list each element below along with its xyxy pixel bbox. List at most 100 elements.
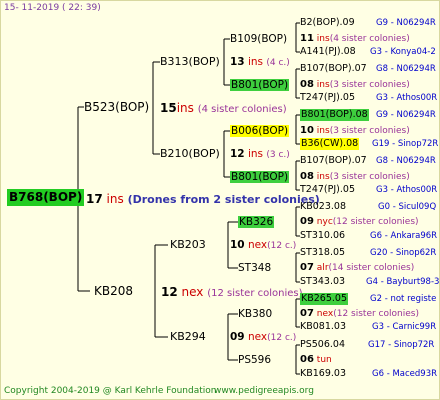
g2-b-inbreeding: 12 ins (3 c.): [230, 148, 290, 161]
g4-queen[interactable]: KB265.05: [300, 293, 348, 305]
g3-inbreeding: 06 tun: [300, 354, 332, 366]
g4-ref: G8 - N06294R: [376, 156, 436, 166]
g4-queen[interactable]: ST310.06: [300, 230, 345, 242]
g4-ref: G0 - Sicul09Q: [378, 202, 437, 212]
g3-ins-unit: tun: [316, 355, 332, 365]
g3-ins-unit: ins: [316, 172, 330, 182]
g3-queen[interactable]: B801(BOP): [230, 171, 290, 183]
root-drones-note: (Drones from 2 sister colonies): [127, 193, 320, 206]
g3-queen[interactable]: B801(BOP): [230, 79, 290, 91]
g4-ref: G3 - Athos00R: [376, 185, 438, 195]
g4-queen[interactable]: B801(BOP).08: [300, 109, 369, 121]
g3-ins-unit: nyc: [316, 217, 333, 227]
g1-bottom-inbreeding: 12 nex (12 sister colonies): [161, 285, 303, 301]
g3-note: (3 sister colonies): [329, 126, 410, 136]
pedigree-diagram: 15- 11-2019 ( 22: 39) B768(BOP) 17 ins (…: [0, 0, 440, 400]
g2-b-ins-unit: ins: [247, 148, 264, 160]
generated-date: 15- 11-2019 ( 22: 39): [4, 3, 101, 13]
g4-queen[interactable]: B107(BOP).07: [300, 155, 367, 167]
g4-ref: G6 - Ankara96R: [370, 231, 438, 241]
g3-ins-unit: ins: [316, 34, 330, 44]
g1-top-ins-value: 15: [160, 101, 177, 115]
copyright-text: Copyright 2004-2019 @ Karl Kehrle Founda…: [4, 386, 217, 396]
g3-note: (3 sister colonies): [329, 172, 410, 182]
g4-queen[interactable]: T247(PJ).05: [300, 92, 355, 104]
root-queen[interactable]: B768(BOP): [7, 189, 85, 206]
g3-ins-value: 10: [300, 125, 314, 136]
g4-queen[interactable]: A141(PJ).08: [300, 46, 356, 58]
g1-top-ins-unit: ins: [176, 101, 194, 115]
g2-d-note: (12 c.): [267, 333, 297, 343]
g3-ins-value: 07: [300, 262, 314, 273]
g2-c-queen[interactable]: KB203: [170, 239, 206, 251]
g4-ref: G17 - Sinop72R: [368, 340, 435, 350]
g3-inbreeding: 07 nex(12 sister colonies): [300, 308, 419, 320]
g1-top-inbreeding: 15ins (4 sister colonies): [160, 101, 287, 117]
g3-queen[interactable]: KB326: [238, 216, 275, 228]
g3-ins-value: 11: [300, 33, 314, 44]
g3-queen[interactable]: B006(BOP): [230, 125, 290, 137]
g3-ins-value: 08: [300, 171, 314, 182]
g4-queen[interactable]: PS506.04: [300, 339, 345, 351]
g4-queen[interactable]: ST343.03: [300, 276, 345, 288]
g2-a-inbreeding: 13 ins (4 c.): [230, 56, 290, 69]
g4-ref: G19 - Sinop72R: [372, 139, 439, 149]
g4-queen[interactable]: T247(PJ).05: [300, 184, 355, 196]
g3-inbreeding: 07 alr(14 sister colonies): [300, 262, 414, 274]
g3-queen[interactable]: PS596: [238, 354, 271, 366]
g2-c-note: (12 c.): [267, 241, 297, 251]
g3-inbreeding: 08 ins(3 sister colonies): [300, 171, 410, 183]
g3-ins-unit: nex: [316, 309, 334, 319]
g4-queen[interactable]: B107(BOP).07: [300, 63, 367, 75]
g4-ref: G3 - Konya04-2: [370, 47, 436, 57]
g4-queen[interactable]: B36(CW).08: [300, 138, 360, 150]
site-link[interactable]: www.pedigreeapis.org: [214, 386, 314, 397]
g4-queen[interactable]: KB081.03: [300, 321, 346, 333]
g2-b-ins-value: 12: [230, 148, 245, 160]
g3-queen[interactable]: B109(BOP): [230, 33, 287, 45]
root-ins-unit: ins: [106, 192, 124, 206]
g1-bottom-ins-value: 12: [161, 285, 178, 299]
g3-ins-unit: alr: [316, 263, 329, 273]
g4-ref: G4 - Bayburt98-3: [366, 277, 440, 287]
g2-d-queen[interactable]: KB294: [170, 331, 206, 343]
g3-note: (12 sister colonies): [332, 217, 419, 227]
g3-ins-unit: ins: [316, 126, 330, 136]
g3-note: (4 sister colonies): [329, 34, 410, 44]
g4-ref: G9 - N06294R: [376, 18, 436, 28]
g3-queen[interactable]: KB380: [238, 308, 272, 320]
g4-ref: G3 - Carnic99R: [372, 322, 437, 332]
g4-ref: G8 - N06294R: [376, 64, 436, 74]
g2-d-ins-unit: nex: [247, 331, 268, 343]
g1-top-queen[interactable]: B523(BOP): [84, 100, 149, 114]
g2-a-queen[interactable]: B313(BOP): [160, 56, 220, 68]
g3-inbreeding: 11 ins(4 sister colonies): [300, 33, 410, 45]
g1-bottom-queen[interactable]: KB208: [94, 284, 133, 298]
g2-c-ins-unit: nex: [247, 239, 268, 251]
g4-queen[interactable]: KB023.08: [300, 201, 346, 213]
g1-bottom-note: (12 sister colonies): [207, 288, 303, 299]
g3-inbreeding: 09 nyc(12 sister colonies): [300, 216, 419, 228]
g4-queen[interactable]: B2(BOP).09: [300, 17, 355, 29]
g3-inbreeding: 10 ins(3 sister colonies): [300, 125, 410, 137]
g2-b-note: (3 c.): [266, 150, 290, 160]
g2-a-note: (4 c.): [266, 58, 290, 68]
g1-bottom-ins-unit: nex: [181, 285, 204, 299]
g3-ins-value: 07: [300, 308, 314, 319]
g3-ins-value: 06: [300, 354, 314, 365]
g3-note: (12 sister colonies): [333, 309, 419, 319]
g4-ref: G3 - Athos00R: [376, 93, 438, 103]
g4-ref: G20 - Sinop62R: [370, 248, 437, 258]
g2-b-queen[interactable]: B210(BOP): [160, 148, 220, 160]
g3-inbreeding: 08 ins(3 sister colonies): [300, 79, 410, 91]
g3-queen[interactable]: ST348: [238, 262, 271, 274]
g2-c-ins-value: 10: [230, 239, 245, 251]
root-ins-value: 17: [86, 192, 103, 206]
g4-ref: G9 - N06294R: [376, 110, 436, 120]
g4-ref: G6 - Maced93R: [372, 369, 438, 379]
g4-queen[interactable]: KB169.03: [300, 368, 346, 380]
g2-a-ins-unit: ins: [247, 56, 264, 68]
g3-note: (3 sister colonies): [329, 80, 410, 90]
g2-d-ins-value: 09: [230, 331, 245, 343]
g4-queen[interactable]: ST318.05: [300, 247, 345, 259]
